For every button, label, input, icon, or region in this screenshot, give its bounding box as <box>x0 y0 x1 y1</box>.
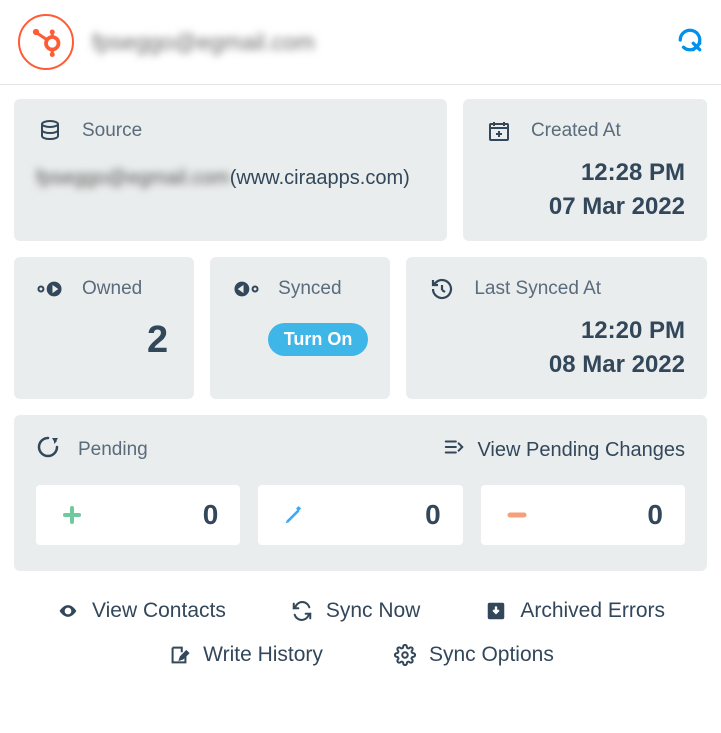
eye-icon <box>56 601 80 621</box>
hubspot-logo <box>18 14 74 70</box>
pencil-icon <box>280 504 308 526</box>
calendar-plus-icon <box>485 119 513 143</box>
pending-edit-stat: 0 <box>258 485 462 545</box>
sync-options-button[interactable]: Sync Options <box>393 643 554 667</box>
owned-icon <box>36 277 64 301</box>
sync-icon <box>290 600 314 622</box>
synced-card: Synced Turn On <box>210 257 390 399</box>
view-pending-changes-link[interactable]: View Pending Changes <box>443 436 685 464</box>
turn-on-button[interactable]: Turn On <box>268 323 369 356</box>
view-contacts-label: View Contacts <box>92 599 226 623</box>
list-arrow-icon <box>443 436 465 464</box>
last-synced-label: Last Synced At <box>474 278 601 300</box>
sync-now-button[interactable]: Sync Now <box>290 599 421 623</box>
pending-add-stat: 0 <box>36 485 240 545</box>
refresh-button[interactable] <box>677 27 703 58</box>
pending-card: Pending View Pending Changes <box>14 415 707 571</box>
source-label: Source <box>82 120 142 142</box>
source-domain: (www.ciraapps.com) <box>230 167 410 190</box>
pending-spinner-icon <box>36 435 62 465</box>
sync-options-label: Sync Options <box>429 643 554 667</box>
database-icon <box>36 119 64 143</box>
last-synced-card: Last Synced At 12:20 PM 08 Mar 2022 <box>406 257 707 399</box>
gear-icon <box>393 644 417 666</box>
synced-icon <box>232 277 260 301</box>
header-email: fpseggo@egmail.com <box>92 29 659 56</box>
pending-edit-count: 0 <box>425 499 441 531</box>
minus-icon <box>503 503 531 527</box>
history-icon <box>428 277 456 301</box>
synced-label: Synced <box>278 278 341 300</box>
write-history-label: Write History <box>203 643 323 667</box>
pending-label: Pending <box>78 439 148 461</box>
view-pending-label: View Pending Changes <box>477 439 685 462</box>
write-history-button[interactable]: Write History <box>167 643 323 667</box>
view-contacts-button[interactable]: View Contacts <box>56 599 226 623</box>
created-at-label: Created At <box>531 120 621 142</box>
last-synced-date: 08 Mar 2022 <box>428 351 685 379</box>
last-synced-time: 12:20 PM <box>428 317 685 345</box>
plus-icon <box>58 503 86 527</box>
source-card: Source fpseggo@egmail.com (www.ciraapps.… <box>14 99 447 241</box>
owned-label: Owned <box>82 278 142 300</box>
pending-remove-count: 0 <box>647 499 663 531</box>
archived-errors-label: Archived Errors <box>520 599 665 623</box>
created-at-card: Created At 12:28 PM 07 Mar 2022 <box>463 99 707 241</box>
owned-card: Owned 2 <box>14 257 194 399</box>
archived-errors-button[interactable]: Archived Errors <box>484 599 665 623</box>
created-date: 07 Mar 2022 <box>485 193 685 221</box>
pending-add-count: 0 <box>203 499 219 531</box>
sync-now-label: Sync Now <box>326 599 421 623</box>
owned-count: 2 <box>36 319 172 362</box>
pending-remove-stat: 0 <box>481 485 685 545</box>
edit-note-icon <box>167 644 191 666</box>
archive-icon <box>484 600 508 622</box>
source-email: fpseggo@egmail.com <box>36 167 230 190</box>
created-time: 12:28 PM <box>485 159 685 187</box>
